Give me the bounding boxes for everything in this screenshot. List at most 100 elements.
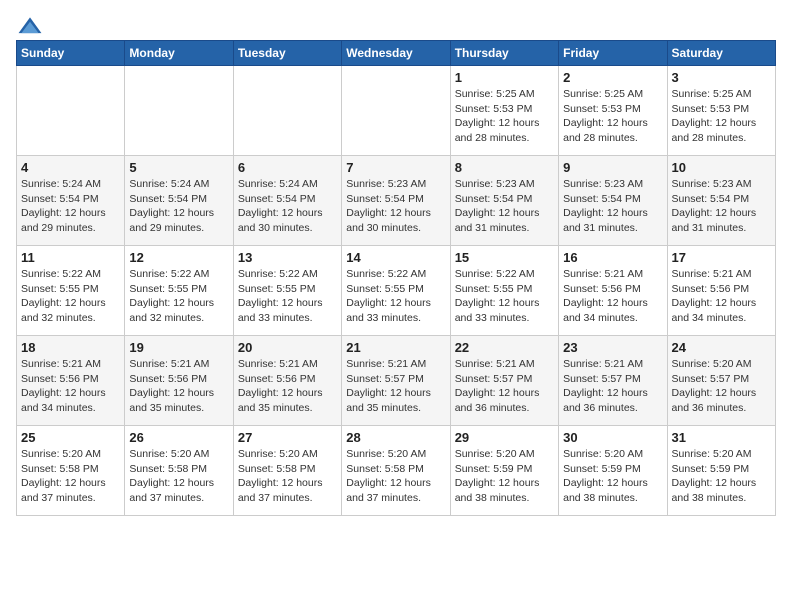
calendar-cell: 29Sunrise: 5:20 AM Sunset: 5:59 PM Dayli… (450, 426, 558, 516)
calendar-cell: 15 Sunrise: 5:22 AM Sunset: 5:55 PM Dayli… (450, 246, 558, 336)
day-number: 18 (21, 340, 120, 355)
calendar-cell: 8 Sunrise: 5:23 AM Sunset: 5:54 PM Daylig… (450, 156, 558, 246)
day-header-tuesday: Tuesday (233, 41, 341, 66)
day-number: 28 (346, 430, 445, 445)
calendar-cell (17, 66, 125, 156)
day-info: Sunrise: 5:20 AM Sunset: 5:58 PM Dayligh… (238, 447, 337, 506)
calendar-week-row: 1 Sunrise: 5:25 AM Sunset: 5:53 PM Daylig… (17, 66, 776, 156)
day-number: 20 (238, 340, 337, 355)
day-header-thursday: Thursday (450, 41, 558, 66)
calendar-cell: 25 Sunrise: 5:20 AM Sunset: 5:58 PM Dayli… (17, 426, 125, 516)
calendar-cell (342, 66, 450, 156)
day-info: Sunrise: 5:20 AM Sunset: 5:58 PM Dayligh… (21, 447, 120, 506)
day-number: 13 (238, 250, 337, 265)
day-number: 2 (563, 70, 662, 85)
day-number: 8 (455, 160, 554, 175)
calendar-cell: 10 Sunrise: 5:23 AM Sunset: 5:54 PM Dayli… (667, 156, 775, 246)
day-number: 22 (455, 340, 554, 355)
day-number: 3 (672, 70, 771, 85)
page-header (16, 16, 776, 36)
logo (16, 16, 48, 36)
day-number: 23 (563, 340, 662, 355)
day-info: Sunrise: 5:22 AM Sunset: 5:55 PM Dayligh… (455, 267, 554, 326)
day-number: 5 (129, 160, 228, 175)
day-number: 10 (672, 160, 771, 175)
calendar-cell: 31 Sunrise: 5:20 AM Sunset: 5:59 PM Dayli… (667, 426, 775, 516)
day-number: 26 (129, 430, 228, 445)
day-info: Sunrise: 5:20 AM Sunset: 5:59 PM Dayligh… (455, 447, 554, 506)
day-number: 16 (563, 250, 662, 265)
day-number: 27 (238, 430, 337, 445)
day-header-friday: Friday (559, 41, 667, 66)
calendar-cell: 11Sunrise: 5:22 AM Sunset: 5:55 PM Dayli… (17, 246, 125, 336)
day-info: Sunrise: 5:20 AM Sunset: 5:58 PM Dayligh… (129, 447, 228, 506)
calendar-cell: 27 Sunrise: 5:20 AM Sunset: 5:58 PM Dayli… (233, 426, 341, 516)
day-info: Sunrise: 5:23 AM Sunset: 5:54 PM Dayligh… (455, 177, 554, 236)
day-info: Sunrise: 5:22 AM Sunset: 5:55 PM Dayligh… (129, 267, 228, 326)
calendar-cell: 22 Sunrise: 5:21 AM Sunset: 5:57 PM Dayli… (450, 336, 558, 426)
day-number: 24 (672, 340, 771, 355)
day-info: Sunrise: 5:21 AM Sunset: 5:56 PM Dayligh… (672, 267, 771, 326)
calendar-cell: 6 Sunrise: 5:24 AM Sunset: 5:54 PM Daylig… (233, 156, 341, 246)
day-number: 21 (346, 340, 445, 355)
day-header-saturday: Saturday (667, 41, 775, 66)
day-number: 30 (563, 430, 662, 445)
calendar-cell: 20 Sunrise: 5:21 AM Sunset: 5:56 PM Dayli… (233, 336, 341, 426)
calendar-cell: 4Sunrise: 5:24 AM Sunset: 5:54 PM Daylig… (17, 156, 125, 246)
calendar-cell: 7 Sunrise: 5:23 AM Sunset: 5:54 PM Daylig… (342, 156, 450, 246)
calendar-week-row: 11Sunrise: 5:22 AM Sunset: 5:55 PM Dayli… (17, 246, 776, 336)
calendar-week-row: 25 Sunrise: 5:20 AM Sunset: 5:58 PM Dayli… (17, 426, 776, 516)
calendar-cell: 24 Sunrise: 5:20 AM Sunset: 5:57 PM Dayli… (667, 336, 775, 426)
calendar-cell: 28 Sunrise: 5:20 AM Sunset: 5:58 PM Dayli… (342, 426, 450, 516)
day-number: 1 (455, 70, 554, 85)
day-info: Sunrise: 5:21 AM Sunset: 5:56 PM Dayligh… (129, 357, 228, 416)
calendar-cell (233, 66, 341, 156)
calendar-cell: 21 Sunrise: 5:21 AM Sunset: 5:57 PM Dayli… (342, 336, 450, 426)
day-number: 15 (455, 250, 554, 265)
calendar-cell: 17Sunrise: 5:21 AM Sunset: 5:56 PM Dayli… (667, 246, 775, 336)
day-info: Sunrise: 5:20 AM Sunset: 5:58 PM Dayligh… (346, 447, 445, 506)
calendar-cell: 2 Sunrise: 5:25 AM Sunset: 5:53 PM Daylig… (559, 66, 667, 156)
calendar-cell: 9Sunrise: 5:23 AM Sunset: 5:54 PM Daylig… (559, 156, 667, 246)
day-info: Sunrise: 5:20 AM Sunset: 5:57 PM Dayligh… (672, 357, 771, 416)
day-info: Sunrise: 5:22 AM Sunset: 5:55 PM Dayligh… (346, 267, 445, 326)
calendar-table: SundayMondayTuesdayWednesdayThursdayFrid… (16, 40, 776, 516)
day-info: Sunrise: 5:24 AM Sunset: 5:54 PM Dayligh… (238, 177, 337, 236)
day-number: 6 (238, 160, 337, 175)
day-number: 7 (346, 160, 445, 175)
calendar-cell: 5Sunrise: 5:24 AM Sunset: 5:54 PM Daylig… (125, 156, 233, 246)
calendar-cell: 19Sunrise: 5:21 AM Sunset: 5:56 PM Dayli… (125, 336, 233, 426)
day-info: Sunrise: 5:21 AM Sunset: 5:56 PM Dayligh… (238, 357, 337, 416)
day-number: 25 (21, 430, 120, 445)
day-number: 31 (672, 430, 771, 445)
day-number: 4 (21, 160, 120, 175)
calendar-cell: 13Sunrise: 5:22 AM Sunset: 5:55 PM Dayli… (233, 246, 341, 336)
day-info: Sunrise: 5:22 AM Sunset: 5:55 PM Dayligh… (21, 267, 120, 326)
calendar-cell: 14 Sunrise: 5:22 AM Sunset: 5:55 PM Dayli… (342, 246, 450, 336)
day-info: Sunrise: 5:23 AM Sunset: 5:54 PM Dayligh… (346, 177, 445, 236)
day-info: Sunrise: 5:25 AM Sunset: 5:53 PM Dayligh… (672, 87, 771, 146)
day-info: Sunrise: 5:23 AM Sunset: 5:54 PM Dayligh… (672, 177, 771, 236)
calendar-cell: 30 Sunrise: 5:20 AM Sunset: 5:59 PM Dayli… (559, 426, 667, 516)
calendar-cell: 23Sunrise: 5:21 AM Sunset: 5:57 PM Dayli… (559, 336, 667, 426)
day-header-monday: Monday (125, 41, 233, 66)
calendar-cell: 18 Sunrise: 5:21 AM Sunset: 5:56 PM Dayli… (17, 336, 125, 426)
calendar-header-row: SundayMondayTuesdayWednesdayThursdayFrid… (17, 41, 776, 66)
logo-icon (16, 16, 44, 36)
calendar-cell: 3 Sunrise: 5:25 AM Sunset: 5:53 PM Daylig… (667, 66, 775, 156)
calendar-cell: 26 Sunrise: 5:20 AM Sunset: 5:58 PM Dayli… (125, 426, 233, 516)
calendar-week-row: 18 Sunrise: 5:21 AM Sunset: 5:56 PM Dayli… (17, 336, 776, 426)
calendar-cell: 16Sunrise: 5:21 AM Sunset: 5:56 PM Dayli… (559, 246, 667, 336)
calendar-cell (125, 66, 233, 156)
day-info: Sunrise: 5:21 AM Sunset: 5:57 PM Dayligh… (346, 357, 445, 416)
day-number: 12 (129, 250, 228, 265)
day-header-wednesday: Wednesday (342, 41, 450, 66)
day-info: Sunrise: 5:21 AM Sunset: 5:57 PM Dayligh… (455, 357, 554, 416)
day-info: Sunrise: 5:21 AM Sunset: 5:56 PM Dayligh… (21, 357, 120, 416)
day-info: Sunrise: 5:25 AM Sunset: 5:53 PM Dayligh… (563, 87, 662, 146)
calendar-week-row: 4 Sunrise: 5:24 AM Sunset: 5:54 PM Daylig… (17, 156, 776, 246)
day-number: 14 (346, 250, 445, 265)
day-info: Sunrise: 5:20 AM Sunset: 5:59 PM Dayligh… (563, 447, 662, 506)
calendar-cell: 1Sunrise: 5:25 AM Sunset: 5:53 PM Daylig… (450, 66, 558, 156)
day-info: Sunrise: 5:20 AM Sunset: 5:59 PM Dayligh… (672, 447, 771, 506)
